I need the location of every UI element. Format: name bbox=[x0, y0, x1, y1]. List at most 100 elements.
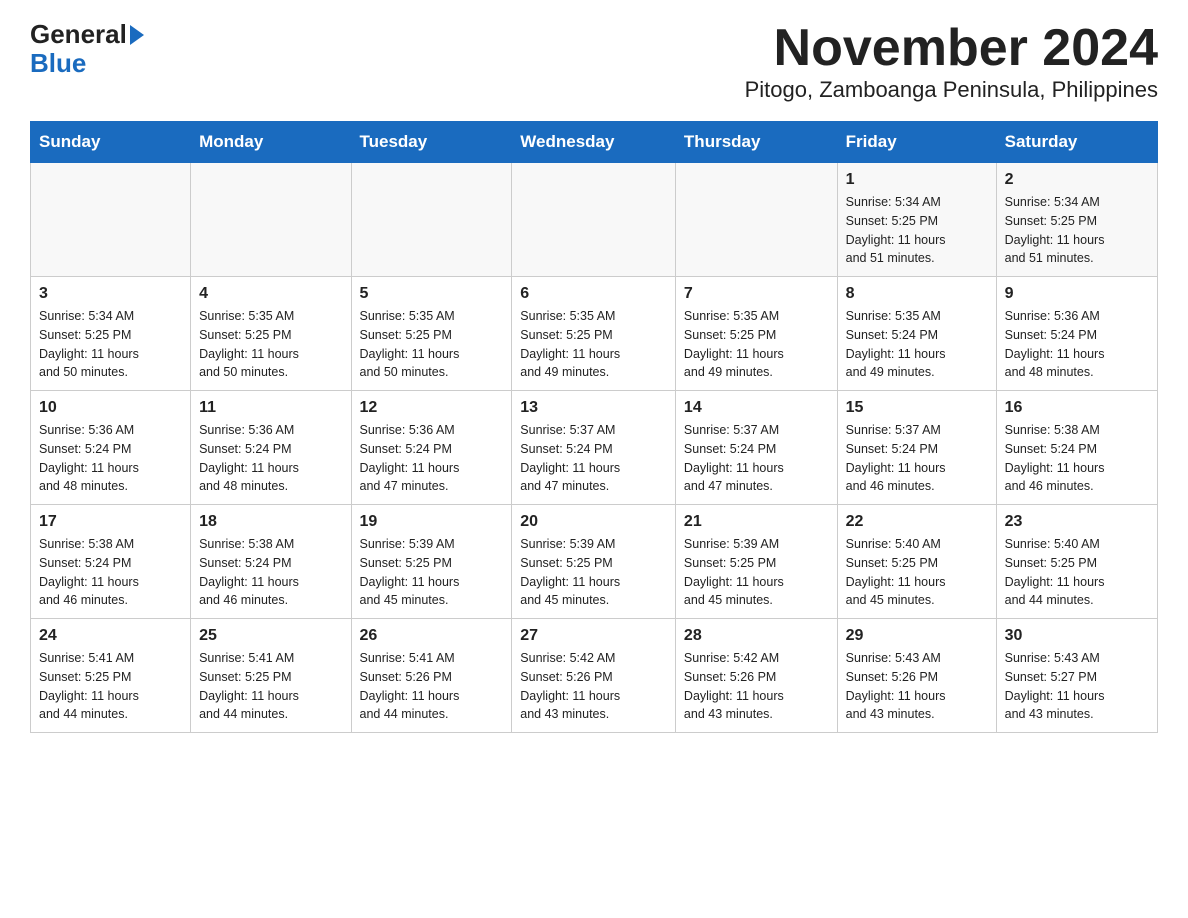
col-sunday: Sunday bbox=[31, 122, 191, 163]
day-info: Sunrise: 5:35 AMSunset: 5:25 PMDaylight:… bbox=[199, 307, 342, 382]
day-number: 11 bbox=[199, 399, 342, 417]
calendar: Sunday Monday Tuesday Wednesday Thursday… bbox=[30, 121, 1158, 733]
day-number: 27 bbox=[520, 627, 667, 645]
table-row: 2 Sunrise: 5:34 AMSunset: 5:25 PMDaylight… bbox=[996, 163, 1157, 277]
table-row: 7 Sunrise: 5:35 AMSunset: 5:25 PMDaylight… bbox=[675, 277, 837, 391]
day-number: 16 bbox=[1005, 399, 1149, 417]
day-info: Sunrise: 5:38 AMSunset: 5:24 PMDaylight:… bbox=[39, 535, 182, 610]
day-info: Sunrise: 5:35 AMSunset: 5:25 PMDaylight:… bbox=[360, 307, 504, 382]
day-info: Sunrise: 5:42 AMSunset: 5:26 PMDaylight:… bbox=[520, 649, 667, 724]
day-number: 5 bbox=[360, 285, 504, 303]
table-row: 13 Sunrise: 5:37 AMSunset: 5:24 PMDayligh… bbox=[512, 391, 676, 505]
day-info: Sunrise: 5:36 AMSunset: 5:24 PMDaylight:… bbox=[1005, 307, 1149, 382]
day-info: Sunrise: 5:42 AMSunset: 5:26 PMDaylight:… bbox=[684, 649, 829, 724]
day-info: Sunrise: 5:39 AMSunset: 5:25 PMDaylight:… bbox=[684, 535, 829, 610]
day-info: Sunrise: 5:39 AMSunset: 5:25 PMDaylight:… bbox=[360, 535, 504, 610]
table-row: 3 Sunrise: 5:34 AMSunset: 5:25 PMDaylight… bbox=[31, 277, 191, 391]
title-area: November 2024 Pitogo, Zamboanga Peninsul… bbox=[745, 20, 1158, 103]
col-friday: Friday bbox=[837, 122, 996, 163]
day-number: 23 bbox=[1005, 513, 1149, 531]
logo-blue: Blue bbox=[30, 49, 86, 78]
table-row: 22Sunrise: 5:40 AMSunset: 5:25 PMDayligh… bbox=[837, 505, 996, 619]
col-thursday: Thursday bbox=[675, 122, 837, 163]
table-row bbox=[351, 163, 512, 277]
day-number: 19 bbox=[360, 513, 504, 531]
calendar-week-row: 24Sunrise: 5:41 AMSunset: 5:25 PMDayligh… bbox=[31, 619, 1158, 733]
day-info: Sunrise: 5:34 AMSunset: 5:25 PMDaylight:… bbox=[39, 307, 182, 382]
day-info: Sunrise: 5:35 AMSunset: 5:24 PMDaylight:… bbox=[846, 307, 988, 382]
day-info: Sunrise: 5:38 AMSunset: 5:24 PMDaylight:… bbox=[199, 535, 342, 610]
table-row: 25 Sunrise: 5:41 AMSunset: 5:25 PMDayligh… bbox=[191, 619, 351, 733]
day-number: 25 bbox=[199, 627, 342, 645]
table-row bbox=[512, 163, 676, 277]
table-row: 5 Sunrise: 5:35 AMSunset: 5:25 PMDaylight… bbox=[351, 277, 512, 391]
day-info: Sunrise: 5:37 AMSunset: 5:24 PMDaylight:… bbox=[846, 421, 988, 496]
day-info: Sunrise: 5:35 AMSunset: 5:25 PMDaylight:… bbox=[684, 307, 829, 382]
table-row: 18 Sunrise: 5:38 AMSunset: 5:24 PMDayligh… bbox=[191, 505, 351, 619]
logo-general: General bbox=[30, 20, 127, 49]
day-number: 8 bbox=[846, 285, 988, 303]
day-info: Sunrise: 5:34 AMSunset: 5:25 PMDaylight:… bbox=[846, 193, 988, 268]
calendar-week-row: 10Sunrise: 5:36 AMSunset: 5:24 PMDayligh… bbox=[31, 391, 1158, 505]
day-number: 21 bbox=[684, 513, 829, 531]
table-row: 17 Sunrise: 5:38 AMSunset: 5:24 PMDayligh… bbox=[31, 505, 191, 619]
day-info: Sunrise: 5:35 AMSunset: 5:25 PMDaylight:… bbox=[520, 307, 667, 382]
day-number: 30 bbox=[1005, 627, 1149, 645]
table-row: 10Sunrise: 5:36 AMSunset: 5:24 PMDayligh… bbox=[31, 391, 191, 505]
day-number: 2 bbox=[1005, 171, 1149, 189]
table-row: 29Sunrise: 5:43 AMSunset: 5:26 PMDayligh… bbox=[837, 619, 996, 733]
calendar-header-row: Sunday Monday Tuesday Wednesday Thursday… bbox=[31, 122, 1158, 163]
col-monday: Monday bbox=[191, 122, 351, 163]
table-row bbox=[191, 163, 351, 277]
table-row: 8 Sunrise: 5:35 AMSunset: 5:24 PMDaylight… bbox=[837, 277, 996, 391]
day-number: 29 bbox=[846, 627, 988, 645]
logo-arrow-icon bbox=[130, 25, 144, 45]
day-number: 17 bbox=[39, 513, 182, 531]
table-row: 11 Sunrise: 5:36 AMSunset: 5:24 PMDayligh… bbox=[191, 391, 351, 505]
day-info: Sunrise: 5:36 AMSunset: 5:24 PMDaylight:… bbox=[39, 421, 182, 496]
table-row: 12 Sunrise: 5:36 AMSunset: 5:24 PMDayligh… bbox=[351, 391, 512, 505]
table-row bbox=[675, 163, 837, 277]
day-info: Sunrise: 5:41 AMSunset: 5:25 PMDaylight:… bbox=[199, 649, 342, 724]
calendar-week-row: 1 Sunrise: 5:34 AMSunset: 5:25 PMDaylight… bbox=[31, 163, 1158, 277]
table-row: 19 Sunrise: 5:39 AMSunset: 5:25 PMDayligh… bbox=[351, 505, 512, 619]
day-number: 3 bbox=[39, 285, 182, 303]
day-number: 1 bbox=[846, 171, 988, 189]
table-row: 9 Sunrise: 5:36 AMSunset: 5:24 PMDaylight… bbox=[996, 277, 1157, 391]
table-row: 24Sunrise: 5:41 AMSunset: 5:25 PMDayligh… bbox=[31, 619, 191, 733]
day-info: Sunrise: 5:37 AMSunset: 5:24 PMDaylight:… bbox=[520, 421, 667, 496]
day-info: Sunrise: 5:39 AMSunset: 5:25 PMDaylight:… bbox=[520, 535, 667, 610]
calendar-week-row: 3 Sunrise: 5:34 AMSunset: 5:25 PMDaylight… bbox=[31, 277, 1158, 391]
day-info: Sunrise: 5:37 AMSunset: 5:24 PMDaylight:… bbox=[684, 421, 829, 496]
day-number: 20 bbox=[520, 513, 667, 531]
calendar-week-row: 17 Sunrise: 5:38 AMSunset: 5:24 PMDayligh… bbox=[31, 505, 1158, 619]
day-number: 14 bbox=[684, 399, 829, 417]
day-info: Sunrise: 5:41 AMSunset: 5:26 PMDaylight:… bbox=[360, 649, 504, 724]
table-row: 1 Sunrise: 5:34 AMSunset: 5:25 PMDaylight… bbox=[837, 163, 996, 277]
day-info: Sunrise: 5:41 AMSunset: 5:25 PMDaylight:… bbox=[39, 649, 182, 724]
logo: General Blue bbox=[30, 20, 144, 77]
day-number: 12 bbox=[360, 399, 504, 417]
col-wednesday: Wednesday bbox=[512, 122, 676, 163]
table-row: 4 Sunrise: 5:35 AMSunset: 5:25 PMDaylight… bbox=[191, 277, 351, 391]
day-info: Sunrise: 5:40 AMSunset: 5:25 PMDaylight:… bbox=[1005, 535, 1149, 610]
table-row: 30 Sunrise: 5:43 AMSunset: 5:27 PMDayligh… bbox=[996, 619, 1157, 733]
day-info: Sunrise: 5:40 AMSunset: 5:25 PMDaylight:… bbox=[846, 535, 988, 610]
day-number: 18 bbox=[199, 513, 342, 531]
table-row: 20 Sunrise: 5:39 AMSunset: 5:25 PMDayligh… bbox=[512, 505, 676, 619]
table-row: 21 Sunrise: 5:39 AMSunset: 5:25 PMDayligh… bbox=[675, 505, 837, 619]
day-info: Sunrise: 5:34 AMSunset: 5:25 PMDaylight:… bbox=[1005, 193, 1149, 268]
col-tuesday: Tuesday bbox=[351, 122, 512, 163]
day-info: Sunrise: 5:36 AMSunset: 5:24 PMDaylight:… bbox=[360, 421, 504, 496]
day-number: 15 bbox=[846, 399, 988, 417]
day-info: Sunrise: 5:43 AMSunset: 5:27 PMDaylight:… bbox=[1005, 649, 1149, 724]
day-number: 7 bbox=[684, 285, 829, 303]
day-number: 9 bbox=[1005, 285, 1149, 303]
day-info: Sunrise: 5:38 AMSunset: 5:24 PMDaylight:… bbox=[1005, 421, 1149, 496]
day-number: 4 bbox=[199, 285, 342, 303]
day-number: 28 bbox=[684, 627, 829, 645]
day-info: Sunrise: 5:36 AMSunset: 5:24 PMDaylight:… bbox=[199, 421, 342, 496]
day-number: 13 bbox=[520, 399, 667, 417]
table-row: 23 Sunrise: 5:40 AMSunset: 5:25 PMDayligh… bbox=[996, 505, 1157, 619]
table-row: 26Sunrise: 5:41 AMSunset: 5:26 PMDayligh… bbox=[351, 619, 512, 733]
